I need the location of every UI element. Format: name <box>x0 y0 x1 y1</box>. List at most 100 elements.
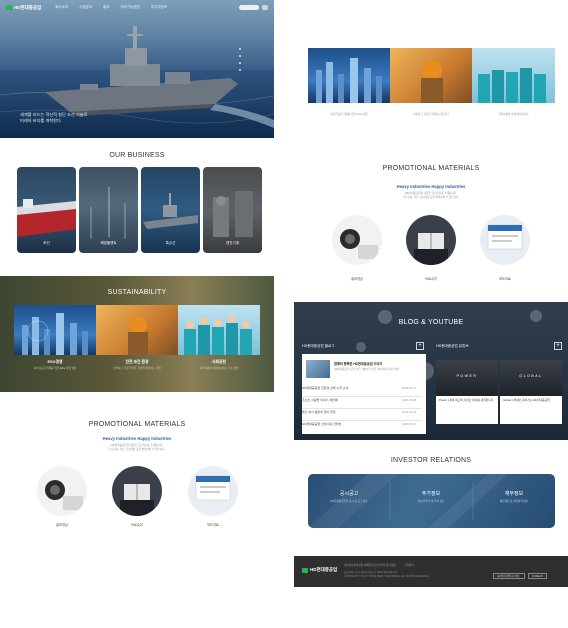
video-thumb-word: POWER <box>456 374 478 378</box>
promo-description-right: HD현대중공업의 다양한 홍보자료를 소개합니다. 브로슈어, 사보, 홍보영상… <box>294 192 568 199</box>
video-thumbnail: GLOBAL <box>500 360 562 396</box>
camera-image <box>45 480 83 510</box>
blog-more-button[interactable]: + <box>416 342 424 350</box>
right-safety-image[interactable] <box>390 48 472 103</box>
hero-pager-dot[interactable] <box>239 55 241 57</box>
menu-item-business[interactable]: 사업분야 <box>79 5 92 10</box>
business-card-shipbuilding[interactable]: 조선 <box>17 167 76 253</box>
header-logo[interactable]: HD현대중공업 <box>6 5 41 11</box>
logo-text: HD현대중공업 <box>14 4 42 10</box>
hero-caption: 세계를 리드는 혁신적 첨단 조선 기술로 미래의 바다를 개척한다 <box>20 112 87 125</box>
youtube-video-card[interactable]: GLOBAL Global | 세계로 나아가는 HD현대중공업 <box>500 360 562 424</box>
hero-pager <box>239 48 241 71</box>
right-contribution-image[interactable] <box>472 48 555 103</box>
youtube-video-card[interactable]: POWER Power | 세계 최고의 기술로 바다를 개척합니다 <box>436 360 498 424</box>
investor-item-finance[interactable]: 재무정보 재무제표 및 경영실적 정보 <box>473 474 555 528</box>
business-card-label: 엔진기계 <box>226 241 239 245</box>
menu-toggle-button[interactable] <box>262 5 268 10</box>
top-navigation: HD현대중공업 회사소개 사업분야 홍보 지속가능경영 투자자정보 <box>0 0 274 15</box>
video-thumb-word: GLOBAL <box>519 374 543 378</box>
hero-caption-line2: 미래의 바다를 개척한다 <box>20 118 61 124</box>
main-menu: 회사소개 사업분야 홍보 지속가능경영 투자자정보 <box>55 5 167 10</box>
investor-item-disclosure[interactable]: 공시공고 HD현대중공업의 공시 및 공고 정보 <box>308 474 390 528</box>
youtube-more-button[interactable]: + <box>554 342 562 350</box>
menu-item-pr[interactable]: 홍보 <box>103 5 109 10</box>
site-footer: HD현대중공업 개인정보처리방침 이메일무단수집거부 윤리경영 고객센터 울산광… <box>294 556 568 587</box>
footer-link-privacy[interactable]: 개인정보처리방침 <box>344 563 363 567</box>
blog-list-date: 2024.03.08 <box>402 398 416 402</box>
right-esg-image[interactable] <box>308 48 390 103</box>
sustainability-safety-title: 안전 보건 환경 <box>125 360 149 364</box>
footer-logo-text: HD현대중공업 <box>310 567 338 572</box>
video-title: Power | 세계 최고의 기술로 바다를 개척합니다 <box>436 396 498 424</box>
city-skyline-image <box>316 58 382 103</box>
hero-banner: HD현대중공업 회사소개 사업분야 홍보 지속가능경영 투자자정보 세계를 리드… <box>0 0 274 138</box>
business-card-engine[interactable]: 엔진기계 <box>203 167 262 253</box>
promo-brochure-thumb-right[interactable] <box>406 215 456 265</box>
footer-link-support[interactable]: 고객센터 <box>404 563 414 567</box>
promo-item-label: 홍보영상 <box>56 523 68 527</box>
menu-item-sustainability[interactable]: 지속가능경영 <box>120 5 139 10</box>
blog-list-item[interactable]: HD현대중공업 신입사원 인터뷰 2024.02.27 <box>302 422 422 433</box>
promo-item-label: 브로슈어 <box>131 523 143 527</box>
blog-list-item[interactable]: HD현대중공업 친환경 선박 수주 소식 2024.03.12 <box>302 386 422 397</box>
sustainability-esg-image[interactable] <box>14 305 96 355</box>
camera-image <box>340 229 378 259</box>
worker-helmet-image <box>128 316 148 355</box>
sustainability-safety-desc: 안전하고 건강한 일터, 환경을 생각하는 기업 <box>113 367 161 370</box>
footer-link-ethics[interactable]: 윤리경영 <box>386 563 396 567</box>
investor-relations-band: 공시공고 HD현대중공업의 공시 및 공고 정보 주가정보 실시간 주가 및 주… <box>308 474 555 528</box>
business-card-label: 조선 <box>43 241 50 245</box>
sustainability-safety-image[interactable] <box>96 305 178 355</box>
language-select[interactable]: KOREAN <box>528 573 547 579</box>
hero-pager-dot[interactable] <box>239 48 241 50</box>
business-section-title: OUR BUSINESS <box>109 152 165 159</box>
blog-list-item[interactable]: 울산 본사 봄맞이 행사 현장 2024.03.02 <box>302 410 422 421</box>
sustainability-contribution-title: 사회공헌 <box>212 360 226 364</box>
investor-item-stock[interactable]: 주가정보 실시간 주가 및 주식 정보 <box>390 474 472 528</box>
promo-description: HD현대중공업의 다양한 홍보자료를 소개합니다. 브로슈어, 사보, 홍보영상… <box>0 444 274 451</box>
family-site-select[interactable]: HD현대 패밀리사이트 <box>493 573 525 579</box>
promo-video-thumb-right[interactable] <box>332 215 382 265</box>
worker-helmet-image <box>421 60 443 103</box>
promo-video-thumb[interactable] <box>37 466 87 516</box>
search-input[interactable] <box>239 5 259 10</box>
sustainability-title: SUSTAINABILITY <box>107 289 167 296</box>
promo-description-line2: 브로슈어, 사보, 홍보영상 등을 확인하실 수 있습니다. <box>402 195 460 199</box>
sustainability-contribution-image[interactable] <box>178 305 260 355</box>
blog-featured-desc: HD현대중공업 공식 블로그에서 더 많은 이야기를 만나보세요. <box>334 368 401 371</box>
investor-item-title: 공시공고 <box>339 491 359 497</box>
menu-item-investor[interactable]: 투자자정보 <box>151 5 167 10</box>
right-image-caption: 지역사회와 함께 성장합니다 <box>498 113 529 116</box>
business-card-label: 특수선 <box>165 241 176 245</box>
blog-list-item[interactable]: 조선소 사람들 이야기 세번째 2024.03.08 <box>302 398 422 409</box>
hero-pager-dot[interactable] <box>239 62 241 64</box>
hero-pager-dot[interactable] <box>239 69 241 71</box>
promo-subtitle: Heavy Industries Happy Industries <box>102 436 172 441</box>
blog-list-title: HD현대중공업 신입사원 인터뷰 <box>302 422 342 426</box>
sustainability-section: SUSTAINABILITY ESG경영 안전 보건 환경 사회공헌 지속가능한… <box>0 276 274 392</box>
menu-item-about[interactable]: 회사소개 <box>55 5 68 10</box>
business-card-offshore[interactable]: 해양플랜트 <box>79 167 138 253</box>
right-image-caption: 안전하고 건강한 일터를 만듭니다 <box>413 113 449 116</box>
investor-item-desc: 실시간 주가 및 주식 정보 <box>417 500 445 503</box>
blog-featured-image[interactable] <box>306 360 330 378</box>
footer-link-email[interactable]: 이메일무단수집거부 <box>364 563 385 567</box>
promo-brochure-thumb[interactable] <box>112 466 162 516</box>
blog-panel-heading: HD현대중공업 블로그 <box>302 344 335 348</box>
bokeh-decoration <box>356 342 366 352</box>
investor-item-desc: HD현대중공업의 공시 및 공고 정보 <box>330 500 368 503</box>
blog-featured-title[interactable]: 함께라 행복한 HD현대중공업 이야기 <box>334 361 422 366</box>
blog-youtube-section: BLOG & YOUTUBE HD현대중공업 블로그 + HD현대중공업 유튜브… <box>294 302 568 440</box>
promo-press-thumb[interactable] <box>188 466 238 516</box>
blog-list-date: 2024.03.02 <box>402 410 416 414</box>
logo-mark-icon <box>302 567 308 573</box>
video-title: Global | 세계로 나아가는 HD현대중공업 <box>500 396 562 424</box>
team-group-image <box>478 68 546 103</box>
promo-item-label: 홍보영상 <box>351 277 363 281</box>
business-card-naval[interactable]: 특수선 <box>141 167 200 253</box>
promo-press-thumb-right[interactable] <box>480 215 530 265</box>
brochure-reading-image <box>414 233 448 265</box>
footer-logo[interactable]: HD현대중공업 <box>302 567 337 573</box>
blog-list-title: 울산 본사 봄맞이 행사 현장 <box>302 410 336 414</box>
